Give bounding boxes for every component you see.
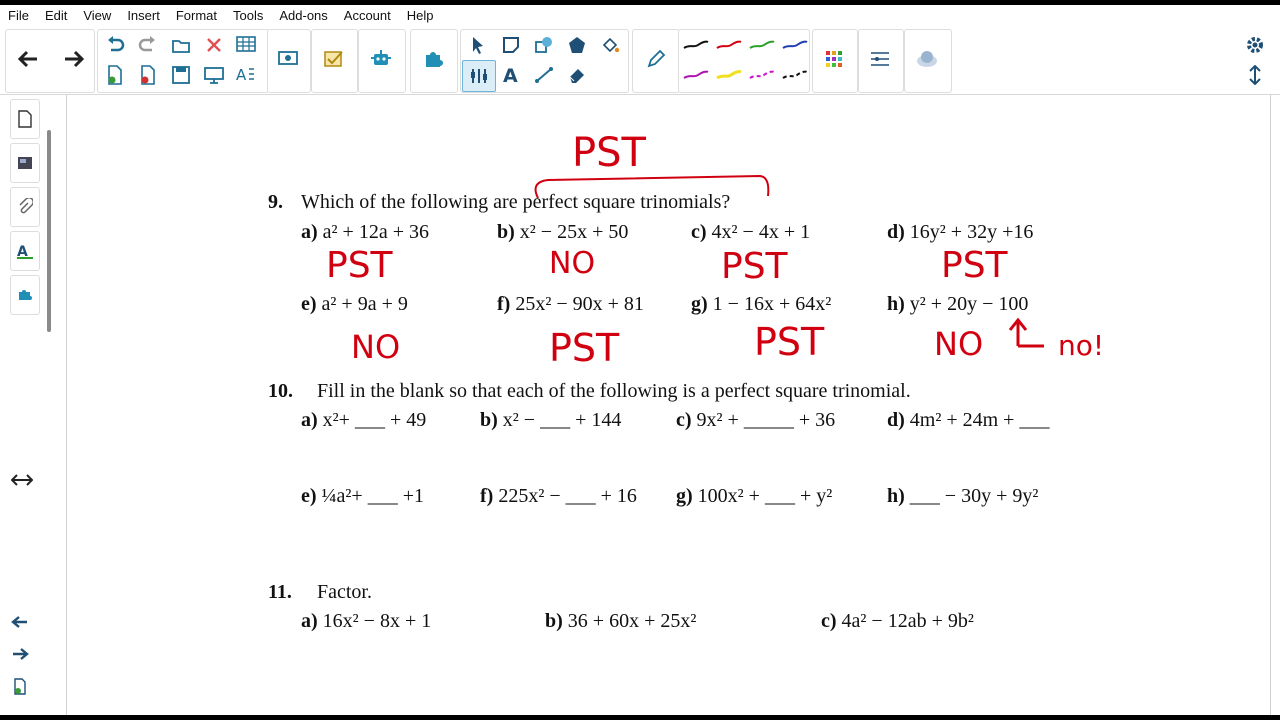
new-page-icon[interactable] [99,60,131,90]
next-page-icon[interactable] [4,639,36,669]
page-edge-left [66,95,67,720]
spellcheck-icon[interactable]: A [231,60,263,90]
pen-presets[interactable] [680,34,808,90]
save-icon[interactable] [165,60,197,90]
window-bottom-edge [0,715,1280,720]
menu-tools[interactable]: Tools [225,8,271,23]
robot-icon[interactable] [365,44,397,74]
gallery-icon[interactable] [10,143,40,183]
line-tool-icon[interactable] [528,60,560,90]
polygon-icon[interactable] [561,30,593,60]
q10-item-c: c) 9x² + _____ + 36 [676,409,836,431]
q9-item-b: b) x² − 25x + 50 [497,221,629,243]
svg-text:A: A [503,65,518,85]
q9-item-a: a) a² + 12a + 36 [301,221,429,243]
q9-item-f: f) 25x² − 90x + 81 [497,293,644,315]
puzzle-icon[interactable] [417,44,449,74]
page-sorter-icon[interactable] [10,99,40,139]
q10-item-h: h) ___ − 30y + 9y² [887,485,1039,507]
previous-page-icon[interactable] [4,607,36,637]
q11-item-a: a) 16x² − 8x + 1 [301,610,432,632]
q10-item-g: g) 100x² + ___ + y² [676,485,833,507]
q11-item-b: b) 36 + 60x + 25x² [545,610,697,632]
palette-icon[interactable] [818,44,850,74]
shape-icon[interactable] [528,30,560,60]
open-folder-icon[interactable] [165,30,197,60]
cursor-tool-icon[interactable] [462,60,496,92]
left-panel: A [0,95,48,720]
q11-number: 11. [268,581,292,603]
svg-text:A: A [236,66,247,84]
text-tool-icon[interactable]: A [495,60,527,90]
menu-view[interactable]: View [75,8,119,23]
q10-prompt: Fill in the blank so that each of the fo… [317,380,911,402]
q9-item-d: d) 16y² + 32y +16 [887,221,1034,243]
pen-icon[interactable] [640,44,672,74]
fill-icon[interactable] [594,30,626,60]
q10-item-d: d) 4m² + 24m + ___ [887,409,1050,431]
q10-item-f: f) 225x² − ___ + 16 [480,485,637,507]
menu-insert[interactable]: Insert [119,8,168,23]
add-page-icon[interactable] [4,672,36,702]
q9-item-g: g) 1 − 16x + 64x² [691,293,832,315]
screen-capture-icon[interactable] [272,44,304,74]
redo-icon[interactable] [132,30,164,60]
q9-item-c: c) 4x² − 4x + 1 [691,221,811,243]
image-icon[interactable] [911,44,943,74]
properties-icon[interactable]: A [10,231,40,271]
q10-number: 10. [268,380,293,402]
q9-number: 9. [268,191,283,213]
menu-file[interactable]: File [0,8,37,23]
forward-arrow-icon[interactable] [58,44,90,74]
addons-panel-icon[interactable] [10,275,40,315]
undo-icon[interactable] [99,30,131,60]
q9-item-h: h) y² + 20y − 100 [887,293,1029,315]
menu-format[interactable]: Format [168,8,225,23]
resize-panel-icon[interactable] [6,465,38,495]
table-icon[interactable] [231,30,263,60]
eraser-icon[interactable] [561,60,593,90]
panel-scrollbar[interactable] [47,130,51,332]
q9-prompt: Which of the following are perfect squar… [301,191,731,213]
menu-account[interactable]: Account [336,8,399,23]
menu-edit[interactable]: Edit [37,8,75,23]
back-arrow-icon[interactable] [12,44,44,74]
check-tool-icon[interactable] [318,44,350,74]
q11-prompt: Factor. [317,581,372,603]
page-edge-right [1270,95,1271,720]
menu-help[interactable]: Help [399,8,442,23]
menu-addons[interactable]: Add-ons [271,8,335,23]
q11-item-c: c) 4a² − 12ab + 9b² [821,610,974,632]
select-icon[interactable] [462,30,494,60]
sticky-note-icon[interactable] [495,30,527,60]
q10-item-b: b) x² − ___ + 144 [480,409,622,431]
display-icon[interactable] [198,60,230,90]
q10-item-e: e) ¼a²+ ___ +1 [301,485,424,507]
line-style-icon[interactable] [864,44,896,74]
settings-icon[interactable] [1239,30,1271,60]
attachments-icon[interactable] [10,187,40,227]
q10-item-a: a) x²+ ___ + 49 [301,409,427,431]
toolbar: A A [0,26,1280,95]
q9-item-e: e) a² + 9a + 9 [301,293,408,315]
expand-icon[interactable] [1239,60,1271,90]
delete-icon[interactable] [198,30,230,60]
remove-page-icon[interactable] [132,60,164,90]
menu-bar: File Edit View Insert Format Tools Add-o… [0,5,1280,26]
